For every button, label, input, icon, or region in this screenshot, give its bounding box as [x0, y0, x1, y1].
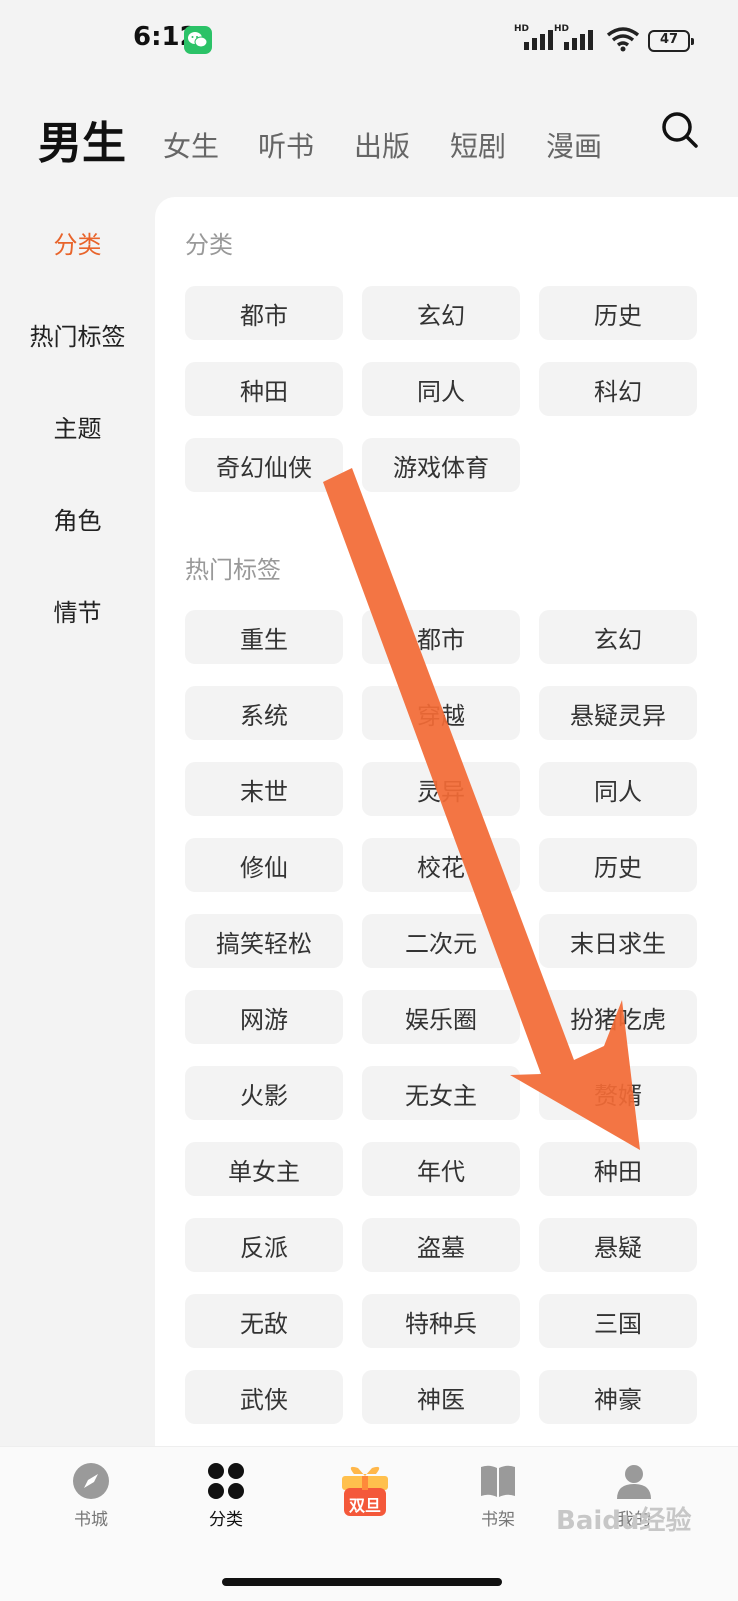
hot-tag-chip[interactable]: 校花	[362, 838, 520, 892]
side-item-role[interactable]: 角色	[0, 501, 155, 536]
search-icon	[662, 112, 698, 148]
category-chip[interactable]: 种田	[185, 362, 343, 416]
search-button[interactable]	[660, 110, 700, 150]
category-grid-icon	[208, 1463, 244, 1499]
hot-tag-chip[interactable]: 玄幻	[539, 610, 697, 664]
category-chip[interactable]: 科幻	[539, 362, 697, 416]
tab-boys[interactable]: 男生	[38, 107, 126, 171]
hot-tag-chip[interactable]: 悬疑灵异	[539, 686, 697, 740]
hot-tag-chip[interactable]: 赘婿	[539, 1066, 697, 1120]
compass-icon	[73, 1463, 109, 1499]
hot-tag-chip[interactable]: 网游	[185, 990, 343, 1044]
hot-tag-chip[interactable]: 都市	[362, 610, 520, 664]
side-item-category[interactable]: 分类	[0, 225, 155, 260]
hot-tag-chip[interactable]: 单女主	[185, 1142, 343, 1196]
home-indicator[interactable]	[222, 1578, 502, 1586]
tab-girls[interactable]: 女生	[163, 125, 219, 165]
hot-tag-chip[interactable]: 历史	[539, 838, 697, 892]
promo-label: 双旦	[348, 1496, 381, 1515]
tab-short-drama[interactable]: 短剧	[450, 125, 506, 165]
hot-tag-chip[interactable]: 悬疑	[539, 1218, 697, 1272]
hot-tag-chip[interactable]: 神豪	[539, 1370, 697, 1424]
hot-tag-chip[interactable]: 系统	[185, 686, 343, 740]
side-item-plot[interactable]: 情节	[0, 593, 155, 628]
hot-tag-chip[interactable]: 反派	[185, 1218, 343, 1272]
tab-audiobooks[interactable]: 听书	[258, 125, 314, 165]
baidu-watermark: Baidu经验	[556, 1506, 692, 1536]
wechat-notification-icon	[184, 26, 212, 54]
hot-tag-chip[interactable]: 盗墓	[362, 1218, 520, 1272]
category-chip[interactable]: 玄幻	[362, 286, 520, 340]
status-bar: 6:12 HD HD 47	[0, 0, 738, 80]
content-panel: 分类 都市 玄幻 历史 种田 同人 科幻 奇幻仙侠 游戏体育 热门标签 重生 都市 玄幻 系统 穿越悬…	[155, 197, 738, 1477]
hot-tag-chip[interactable]: 搞笑轻松	[185, 914, 343, 968]
hot-tag-chip[interactable]: 种田	[539, 1142, 697, 1196]
hot-tag-chip[interactable]: 无女主	[362, 1066, 520, 1120]
side-item-theme[interactable]: 主题	[0, 409, 155, 444]
hot-tag-chip[interactable]: 穿越	[362, 686, 520, 740]
hot-tag-chip[interactable]: 特种兵	[362, 1294, 520, 1348]
top-tab-bar: 男生 女生 听书 出版 短剧 漫画	[0, 95, 738, 175]
battery-icon: 47	[648, 30, 694, 52]
nav-label-bookstore: 书城	[74, 1510, 108, 1530]
category-chip[interactable]: 都市	[185, 286, 343, 340]
tab-comics[interactable]: 漫画	[546, 125, 602, 165]
hot-tag-chip[interactable]: 武侠	[185, 1370, 343, 1424]
signal-strength-icon-2: HD	[554, 24, 598, 54]
hot-tag-chip[interactable]: 扮猪吃虎	[539, 990, 697, 1044]
nav-label-category: 分类	[209, 1510, 243, 1530]
hot-tag-chip[interactable]: 末日求生	[539, 914, 697, 968]
hot-tag-chip[interactable]: 修仙	[185, 838, 343, 892]
hot-tag-chip[interactable]: 娱乐圈	[362, 990, 520, 1044]
category-chip[interactable]: 同人	[362, 362, 520, 416]
signal-strength-icon: HD	[514, 24, 558, 54]
hot-tag-chip[interactable]: 年代	[362, 1142, 520, 1196]
user-icon	[617, 1465, 651, 1499]
promo-gift-button[interactable]: 双旦	[336, 1462, 394, 1520]
hot-tag-chip[interactable]: 三国	[539, 1294, 697, 1348]
category-chip[interactable]: 历史	[539, 286, 697, 340]
hot-tag-chip[interactable]: 二次元	[362, 914, 520, 968]
wifi-icon	[606, 27, 640, 52]
hot-tag-chip[interactable]: 神医	[362, 1370, 520, 1424]
hot-tag-chip[interactable]: 无敌	[185, 1294, 343, 1348]
category-chip[interactable]: 奇幻仙侠	[185, 438, 343, 492]
hot-tag-chip[interactable]: 火影	[185, 1066, 343, 1120]
tab-publishing[interactable]: 出版	[354, 125, 410, 165]
hot-tag-chip[interactable]: 灵异	[362, 762, 520, 816]
battery-level: 47	[659, 32, 679, 47]
hot-tag-chip[interactable]: 末世	[185, 762, 343, 816]
book-icon	[481, 1465, 515, 1497]
section-title-hot-tags: 热门标签	[185, 556, 281, 584]
section-title-category: 分类	[185, 231, 233, 259]
side-item-hot-tags[interactable]: 热门标签	[0, 317, 155, 352]
nav-label-bookshelf: 书架	[481, 1510, 515, 1530]
hot-tag-chip[interactable]: 同人	[539, 762, 697, 816]
category-chip[interactable]: 游戏体育	[362, 438, 520, 492]
hot-tag-chip[interactable]: 重生	[185, 610, 343, 664]
